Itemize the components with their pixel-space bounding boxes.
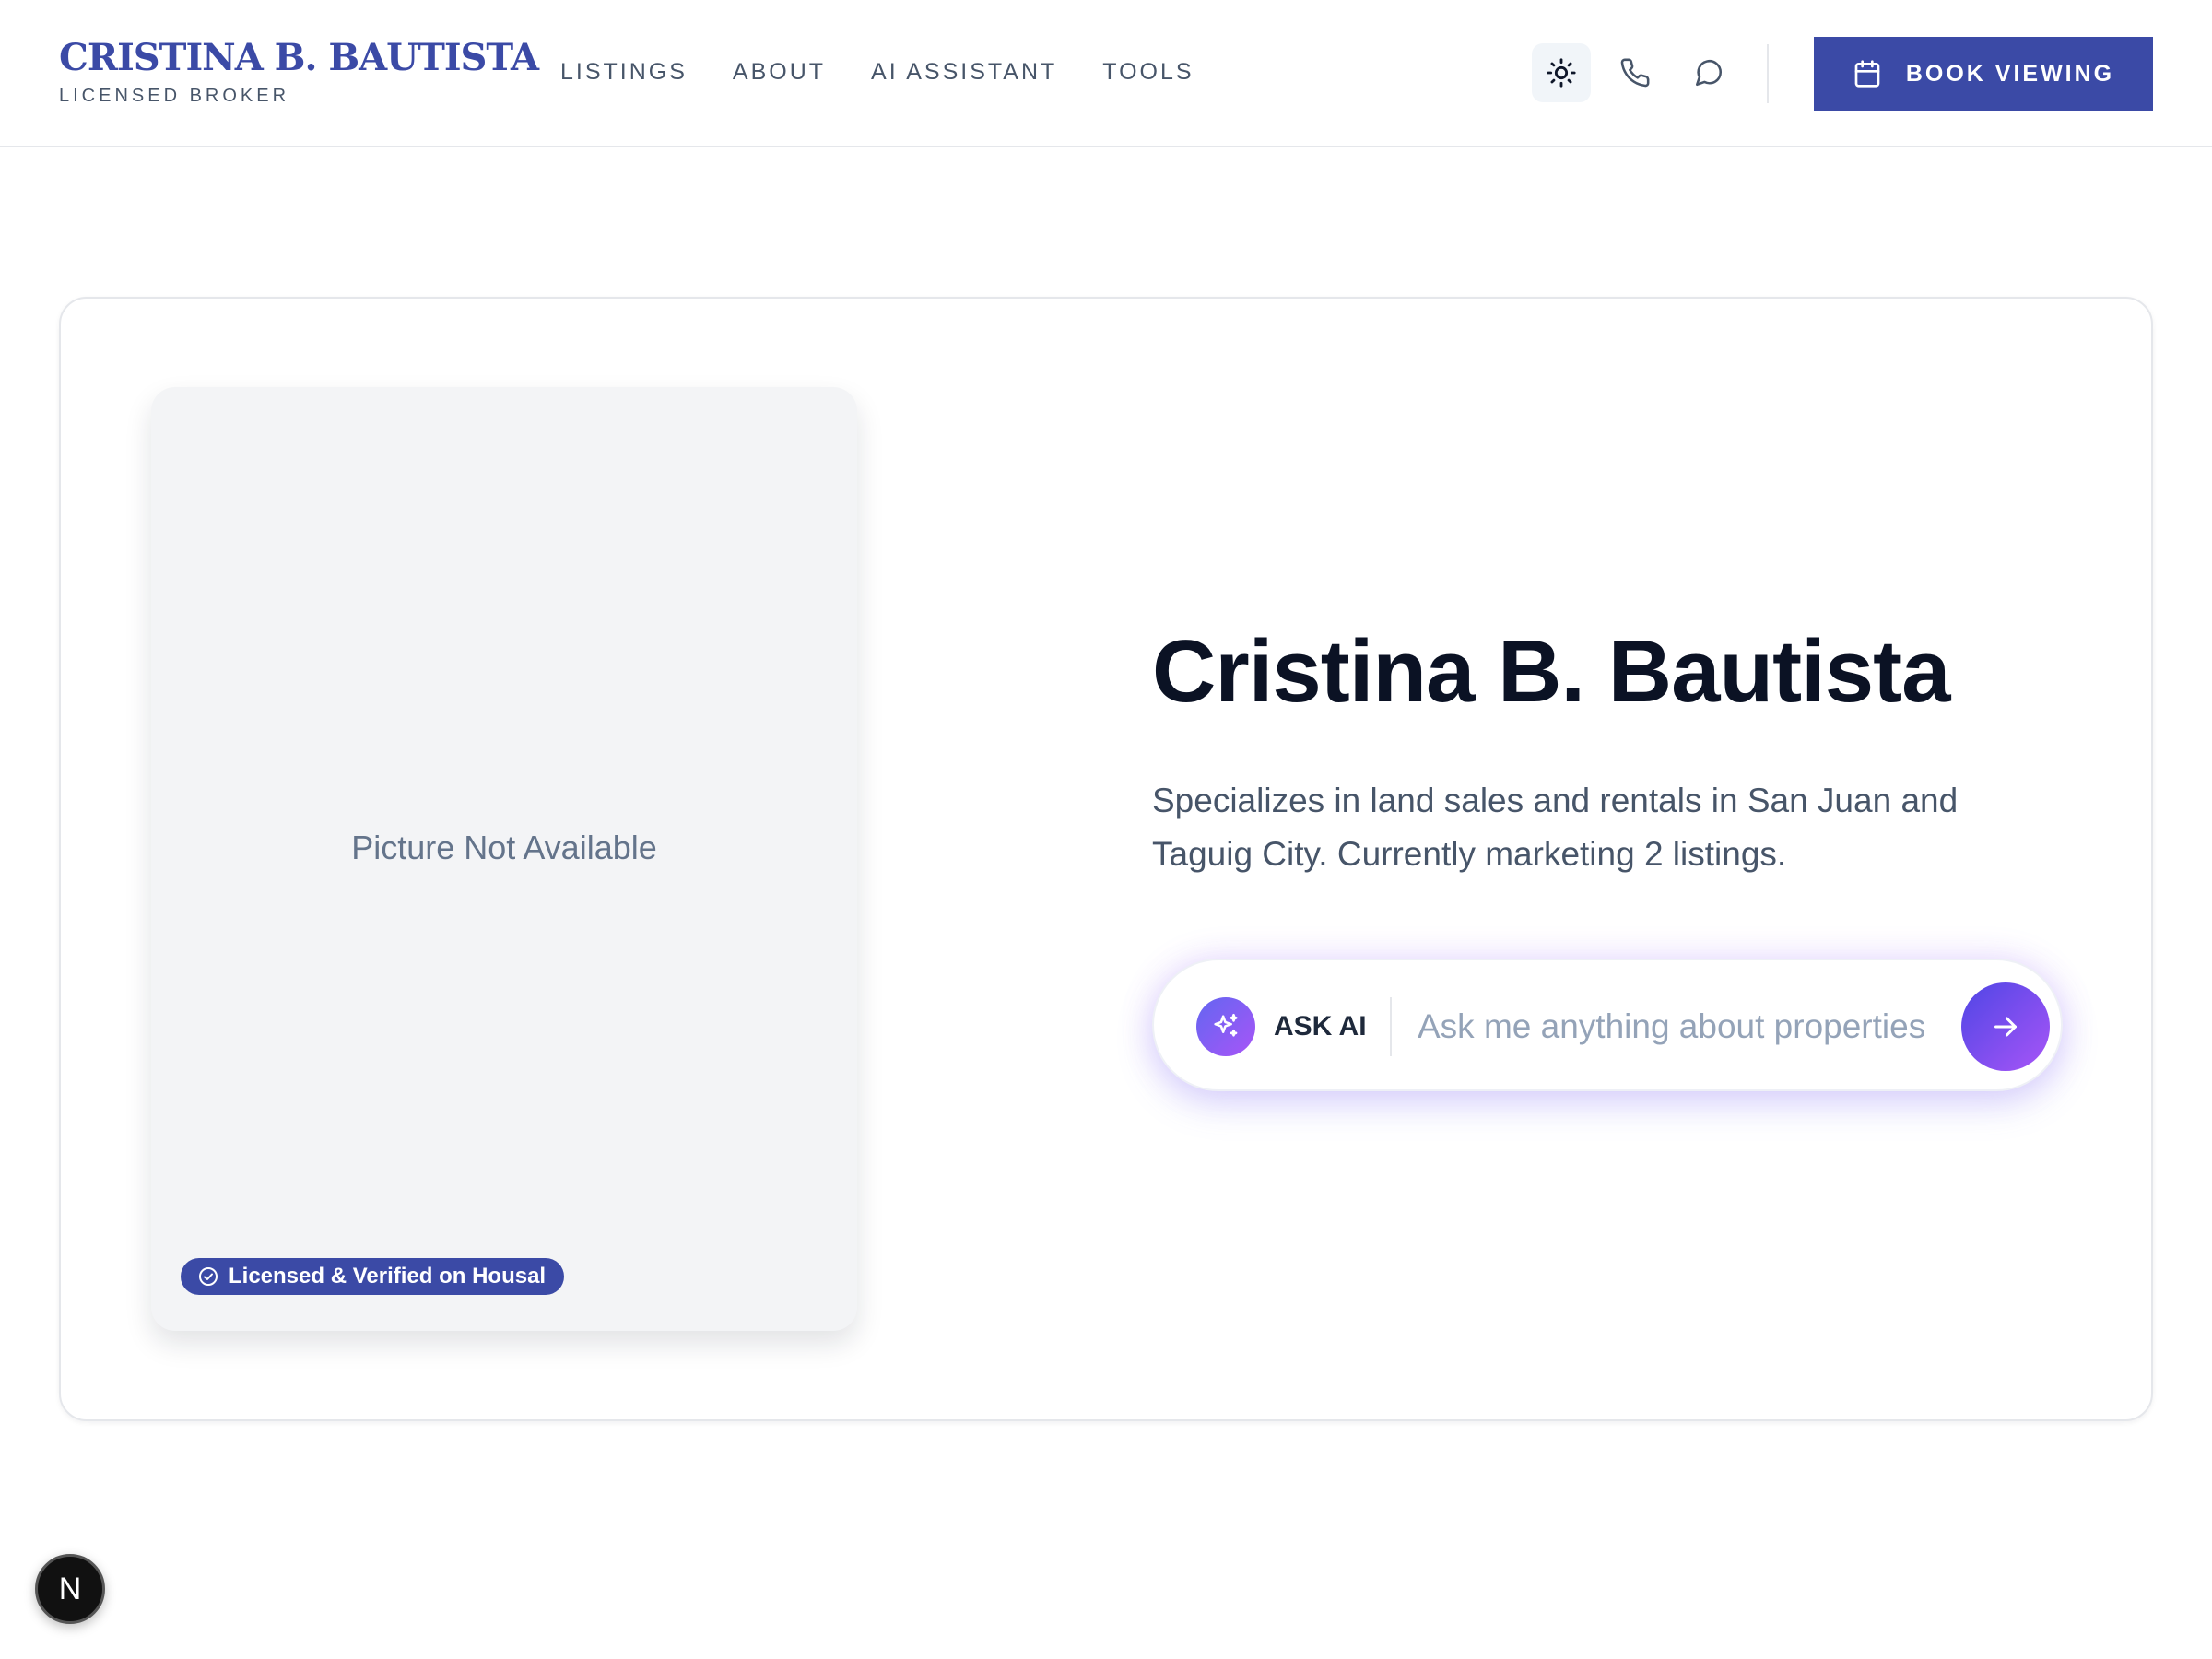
message-button[interactable] [1679,43,1738,102]
chat-icon [1695,59,1723,87]
main-nav: LISTINGS ABOUT AI ASSISTANT TOOLS [560,57,1194,87]
nav-tools[interactable]: TOOLS [1102,57,1194,87]
book-viewing-label: BOOK VIEWING [1905,60,2115,87]
floating-n-badge[interactable]: N [35,1554,105,1624]
profile-name: Cristina B. Bautista [1152,622,1951,721]
verified-badge: Licensed & Verified on Housal [181,1258,565,1295]
brand-name: CRISTINA B. BAUTISTA [59,36,539,79]
nav-about[interactable]: ABOUT [733,57,826,87]
profile-photo: Picture Not Available Licensed & Verifie… [151,387,857,1331]
nav-listings[interactable]: LISTINGS [560,57,688,87]
phone-icon [1620,58,1650,88]
profile-card: Picture Not Available Licensed & Verifie… [59,297,2153,1421]
site-header: CRISTINA B. BAUTISTA LICENSED BROKER LIS… [0,0,2212,147]
book-viewing-button[interactable]: BOOK VIEWING [1814,37,2153,111]
profile-description: Specializes in land sales and rentals in… [1152,782,1959,873]
ask-ai-input[interactable] [1416,1001,1941,1053]
photo-placeholder-text: Picture Not Available [351,829,657,866]
ask-ai-divider [1390,997,1392,1056]
verified-badge-label: Licensed & Verified on Housal [229,1264,547,1288]
header-divider [1767,44,1769,103]
arrow-right-icon [1994,1017,2017,1037]
sun-icon [1547,58,1576,88]
ask-ai-bar: ASK AI [1152,959,2063,1091]
ask-ai-label: ASK AI [1274,1011,1367,1041]
ask-ai-send-button[interactable] [1961,982,2050,1071]
call-button[interactable] [1606,43,1665,102]
brand[interactable]: CRISTINA B. BAUTISTA LICENSED BROKER [59,36,539,107]
brand-subtitle: LICENSED BROKER [59,86,290,106]
sparkle-icon [1214,1013,1238,1037]
theme-toggle-button[interactable] [1532,43,1591,102]
nav-ai-assistant[interactable]: AI ASSISTANT [871,57,1057,87]
ai-sparkle-badge [1196,997,1255,1056]
check-circle-icon [199,1267,218,1286]
calendar-icon [1854,60,1880,88]
